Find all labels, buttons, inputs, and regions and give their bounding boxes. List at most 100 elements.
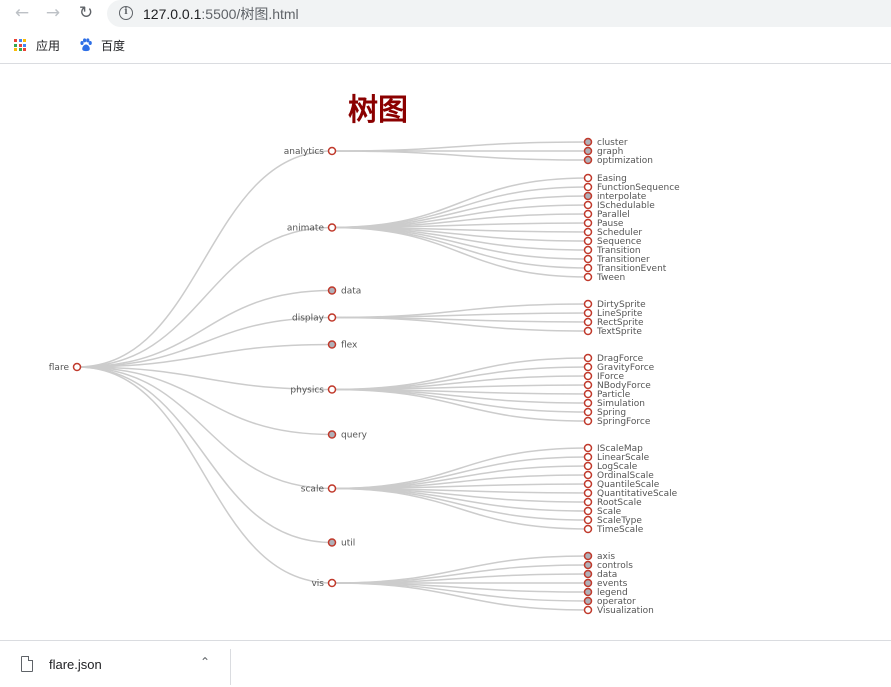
tree-node-vis[interactable]: vis bbox=[311, 578, 337, 589]
tree-node-label: TimeScale bbox=[596, 525, 644, 535]
tree-node-circle[interactable] bbox=[583, 398, 593, 408]
tree-node-circle[interactable] bbox=[583, 587, 593, 597]
tree-node-circle[interactable] bbox=[583, 461, 593, 471]
back-button[interactable]: ← bbox=[12, 3, 32, 23]
tree-node-circle[interactable] bbox=[583, 443, 593, 453]
tree-node-label: Tween bbox=[596, 273, 625, 283]
tree-node-label: optimization bbox=[597, 156, 653, 166]
tree-node-circle[interactable] bbox=[583, 146, 593, 156]
tree-node-circle[interactable] bbox=[583, 515, 593, 525]
apps-grid-icon bbox=[14, 39, 26, 51]
tree-node-circle[interactable] bbox=[583, 578, 593, 588]
tree-node-circle[interactable] bbox=[327, 313, 337, 322]
tree-node-circle[interactable] bbox=[327, 223, 337, 232]
tree-node-circle[interactable] bbox=[583, 245, 593, 255]
tree-link-scale-LogScale bbox=[331, 465, 589, 490]
tree-node-vis-Visualization[interactable]: Visualization bbox=[583, 605, 654, 616]
forward-button[interactable]: → bbox=[43, 3, 63, 23]
tree-node-circle[interactable] bbox=[583, 263, 593, 273]
bookmark-baidu[interactable]: 百度 bbox=[79, 37, 125, 54]
tree-node-circle[interactable] bbox=[583, 299, 593, 309]
tree-node-scale-TimeScale[interactable]: TimeScale bbox=[583, 524, 644, 535]
tree-node-circle[interactable] bbox=[327, 430, 337, 439]
tree-node-display[interactable]: display bbox=[292, 313, 337, 324]
tree-node-circle[interactable] bbox=[583, 155, 593, 165]
tree-node-animate[interactable]: animate bbox=[287, 223, 337, 234]
download-file-name[interactable]: flare.json bbox=[49, 657, 102, 672]
tree-node-circle[interactable] bbox=[327, 484, 337, 493]
tree-node-circle[interactable] bbox=[583, 452, 593, 462]
tree-node-physics[interactable]: physics bbox=[290, 385, 337, 396]
tree-node-circle[interactable] bbox=[327, 578, 337, 588]
tree-node-circle[interactable] bbox=[583, 254, 593, 264]
tree-node-label: analytics bbox=[284, 147, 325, 157]
tree-node-circle[interactable] bbox=[583, 182, 593, 192]
tree-node-circle[interactable] bbox=[583, 497, 593, 507]
tree-node-circle[interactable] bbox=[583, 407, 593, 417]
page-content: 树图 flare analytics cluster graph optimizatio… bbox=[0, 65, 891, 640]
tree-node-circle[interactable] bbox=[583, 416, 593, 426]
tree-link-physics-NBodyForce bbox=[331, 384, 589, 391]
tree-node-scale[interactable]: scale bbox=[301, 484, 337, 495]
tree-node-circle[interactable] bbox=[583, 380, 593, 390]
tree-node-circle[interactable] bbox=[583, 362, 593, 372]
tree-node-circle[interactable] bbox=[583, 191, 593, 201]
tree-node-analytics[interactable]: analytics bbox=[284, 146, 337, 157]
tree-link-query bbox=[76, 366, 333, 436]
tree-node-circle[interactable] bbox=[327, 146, 337, 156]
tree-link-animate-Transition bbox=[331, 226, 589, 251]
tree-node-label: Visualization bbox=[597, 606, 654, 616]
tree-node-circle[interactable] bbox=[583, 488, 593, 498]
reload-button[interactable]: ↻ bbox=[76, 3, 96, 23]
bookmark-apps[interactable]: 应用 bbox=[14, 37, 60, 54]
tree-node-circle[interactable] bbox=[583, 560, 593, 570]
url-host: 127.0.0.1 bbox=[143, 6, 202, 22]
tree-node-physics-SpringForce[interactable]: SpringForce bbox=[583, 416, 651, 427]
tree-node-circle[interactable] bbox=[583, 200, 593, 210]
tree-node-circle[interactable] bbox=[583, 470, 593, 480]
tree-node-label: scale bbox=[301, 485, 325, 495]
tree-node-label: data bbox=[341, 287, 361, 297]
tree-node-circle[interactable] bbox=[583, 569, 593, 579]
tree-node-query[interactable]: query bbox=[327, 430, 368, 441]
tree-node-circle[interactable] bbox=[583, 524, 593, 534]
tree-node-circle[interactable] bbox=[583, 317, 593, 327]
tree-node-label: SpringForce bbox=[597, 417, 651, 427]
tree-node-circle[interactable] bbox=[583, 218, 593, 228]
tree-node-circle[interactable] bbox=[72, 362, 82, 372]
tree-node-circle[interactable] bbox=[583, 236, 593, 246]
tree-node-flare[interactable]: flare bbox=[49, 362, 82, 373]
chevron-up-icon[interactable]: ⌃ bbox=[200, 655, 210, 669]
tree-node-flex[interactable]: flex bbox=[327, 340, 359, 351]
tree-node-circle[interactable] bbox=[583, 209, 593, 219]
info-icon[interactable]: i bbox=[119, 6, 133, 20]
tree-node-circle[interactable] bbox=[583, 605, 593, 615]
url-text[interactable]: 127.0.0.1:5500/树图.html bbox=[143, 4, 299, 24]
tree-node-display-TextSprite[interactable]: TextSprite bbox=[583, 326, 643, 337]
address-bar[interactable]: i 127.0.0.1:5500/树图.html bbox=[107, 0, 891, 27]
tree-node-circle[interactable] bbox=[327, 286, 337, 295]
tree-node-circle[interactable] bbox=[583, 272, 593, 282]
tree-node-analytics-optimization[interactable]: optimization bbox=[583, 155, 654, 166]
tree-node-data[interactable]: data bbox=[327, 286, 362, 297]
tree-node-circle[interactable] bbox=[583, 551, 593, 561]
tree-node-circle[interactable] bbox=[583, 137, 593, 147]
tree-node-label: flex bbox=[341, 341, 358, 351]
tree-node-circle[interactable] bbox=[583, 308, 593, 318]
tree-node-circle[interactable] bbox=[583, 353, 593, 363]
tree-node-circle[interactable] bbox=[327, 340, 337, 349]
tree-node-circle[interactable] bbox=[327, 538, 337, 547]
tree-node-circle[interactable] bbox=[583, 227, 593, 237]
tree-node-circle[interactable] bbox=[583, 173, 593, 183]
tree-node-circle[interactable] bbox=[583, 596, 593, 606]
tree-node-circle[interactable] bbox=[583, 371, 593, 381]
tree-node-circle[interactable] bbox=[583, 479, 593, 489]
tree-node-circle[interactable] bbox=[583, 506, 593, 516]
tree-node-util[interactable]: util bbox=[327, 538, 356, 549]
bookmark-apps-label: 应用 bbox=[36, 39, 61, 53]
tree-node-circle[interactable] bbox=[327, 385, 337, 394]
tree-node-animate-Tween[interactable]: Tween bbox=[583, 272, 626, 283]
tree-node-circle[interactable] bbox=[583, 389, 593, 399]
url-path: :5500/树图.html bbox=[201, 6, 299, 22]
tree-node-circle[interactable] bbox=[583, 326, 593, 336]
